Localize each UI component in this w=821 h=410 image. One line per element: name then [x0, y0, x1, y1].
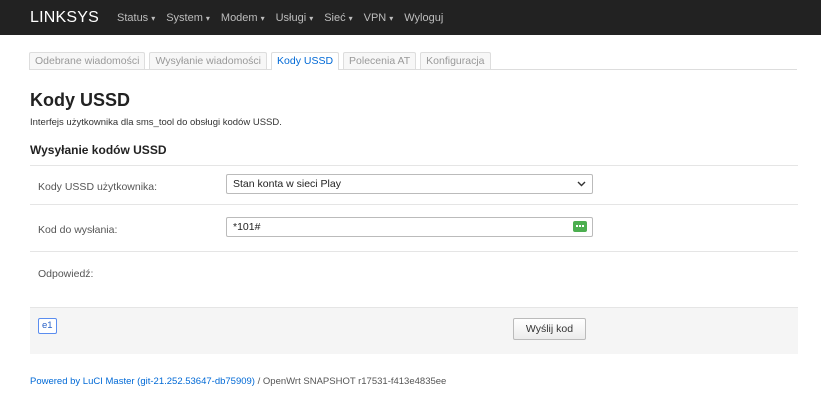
menu-label: Modem: [220, 11, 258, 24]
section-title: Wysyłanie kodów USSD: [30, 143, 167, 157]
brand-logo[interactable]: LINKSYS: [30, 9, 99, 27]
chevron-down-icon: [577, 175, 586, 200]
caret-down-icon: ▾: [309, 13, 314, 23]
row-response: Odpowiedź:: [30, 251, 798, 307]
caret-down-icon: ▾: [389, 13, 394, 23]
tab-ussd-codes[interactable]: Kody USSD: [271, 52, 340, 70]
top-navbar: LINKSYS Status ▾ System ▾ Modem ▾ Usługi ▾ S…: [0, 0, 821, 35]
code-input[interactable]: *101#: [226, 217, 593, 237]
tab-bar: Odebrane wiadomości Wysyłanie wiadomości…: [29, 52, 797, 70]
menu-label: Sieć: [324, 11, 346, 24]
menu-system[interactable]: System ▾: [166, 12, 210, 24]
action-bar: e1 Wyślij kod: [30, 307, 798, 354]
main-menu: Status ▾ System ▾ Modem ▾ Usługi ▾ Sieć ▾ VPN…: [117, 12, 454, 24]
openwrt-version: / OpenWrt SNAPSHOT r17531-f413e4835ee: [254, 376, 447, 387]
luci-link[interactable]: Powered by LuCI Master (git-21.252.53647…: [30, 376, 255, 387]
page-description: Interfejs użytkownika dla sms_tool do ob…: [30, 117, 282, 128]
keyboard-icon[interactable]: [573, 221, 587, 232]
code-value: *101#: [233, 221, 261, 233]
menu-status[interactable]: Status ▾: [117, 12, 155, 24]
tab-at-commands[interactable]: Polecenia AT: [343, 52, 417, 69]
caret-down-icon: ▾: [260, 13, 265, 23]
menu-vpn[interactable]: VPN ▾: [364, 12, 394, 24]
menu-network[interactable]: Sieć ▾: [324, 12, 352, 24]
menu-label: System: [166, 11, 203, 24]
menu-label: Status: [117, 11, 149, 24]
row-code: Kod do wysłania: *101#: [30, 204, 798, 251]
menu-logout[interactable]: Wyloguj: [404, 12, 443, 24]
caret-down-icon: ▾: [151, 13, 156, 23]
select-value: Stan konta w sieci Play: [233, 178, 341, 190]
tab-configuration[interactable]: Konfiguracja: [420, 52, 491, 69]
user-codes-label: Kody USSD użytkownika:: [38, 181, 158, 193]
menu-label: VPN: [363, 11, 387, 24]
user-codes-select[interactable]: Stan konta w sieci Play: [226, 174, 593, 194]
menu-label: Usługi: [275, 11, 307, 24]
code-label: Kod do wysłania:: [38, 224, 118, 236]
powered-by-footer: Powered by LuCI Master (git-21.252.53647…: [30, 376, 446, 387]
response-label: Odpowiedź:: [38, 268, 94, 280]
page-title: Kody USSD: [30, 90, 131, 110]
caret-down-icon: ▾: [205, 13, 210, 23]
menu-modem[interactable]: Modem ▾: [221, 12, 265, 24]
menu-services[interactable]: Usługi ▾: [276, 12, 314, 24]
row-user-codes: Kody USSD użytkownika: Stan konta w siec…: [30, 165, 798, 204]
caret-down-icon: ▾: [348, 13, 353, 23]
tab-send-messages[interactable]: Wysyłanie wiadomości: [149, 52, 268, 69]
e1-badge[interactable]: e1: [38, 318, 57, 334]
tab-received-messages[interactable]: Odebrane wiadomości: [29, 52, 146, 69]
send-code-button[interactable]: Wyślij kod: [513, 318, 586, 340]
